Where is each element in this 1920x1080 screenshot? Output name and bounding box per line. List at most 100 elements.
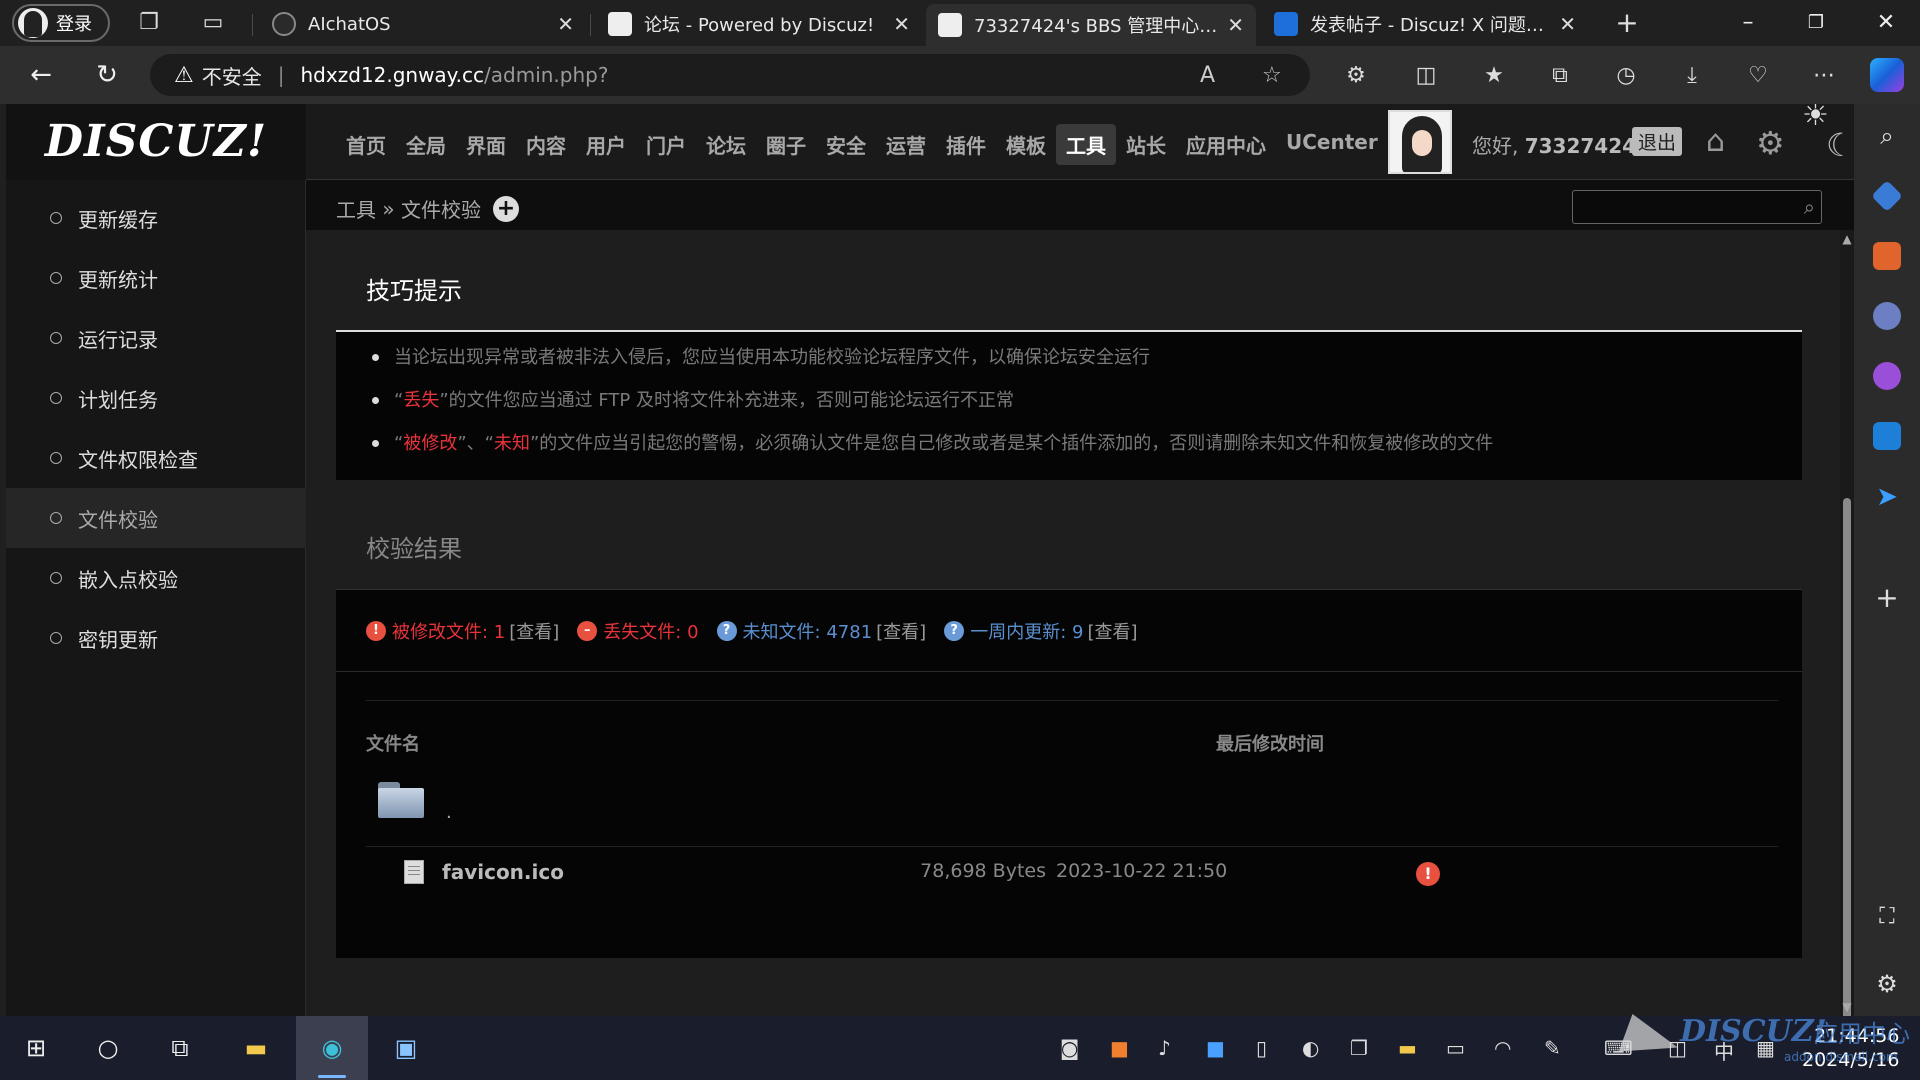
menu-item-tools-active[interactable]: 工具 <box>1056 124 1116 165</box>
sidebar-item[interactable]: 密钥更新 <box>6 608 306 668</box>
close-tab-icon[interactable]: ✕ <box>893 12 910 36</box>
tab-actions-icon[interactable]: ▭ <box>200 10 226 36</box>
light-mode-sun-icon[interactable]: ☀ <box>1802 104 1829 133</box>
admin-search-input[interactable]: ⌕ <box>1572 190 1822 224</box>
back-icon[interactable]: ← <box>26 60 56 90</box>
warning-icon[interactable]: ⚠ <box>174 63 194 88</box>
outlook-icon[interactable] <box>1873 422 1901 450</box>
games-icon[interactable] <box>1873 302 1901 330</box>
new-tab-icon[interactable]: + <box>1614 9 1640 37</box>
edge-icon[interactable]: ◉ <box>316 1032 348 1064</box>
address-bar[interactable]: ⚠ 不安全 | hdxzd12.gnway.cc/admin.php? A ☆ <box>150 54 1310 96</box>
workspaces-icon[interactable]: ❐ <box>136 10 162 36</box>
discuz-logo[interactable]: DISCUZ! <box>6 104 306 180</box>
scroll-up-icon[interactable]: ▲ <box>1840 232 1854 246</box>
tab-admin-center[interactable]: 73327424's BBS 管理中心 - 工 ✕ <box>926 4 1256 46</box>
home-icon[interactable]: ⌂ <box>1706 124 1725 159</box>
restore-icon[interactable]: ❐ <box>1796 6 1836 40</box>
task-view-icon[interactable]: ⧉ <box>164 1032 196 1064</box>
page-scrollbar[interactable]: ▲ ▼ <box>1840 230 1854 1016</box>
sidebar-item-file-verify-active[interactable]: 文件校验 <box>6 488 306 548</box>
tab-new-post[interactable]: 发表帖子 - Discuz! X 问题求助 ✕ <box>1262 5 1588 43</box>
add-sidebar-app-icon[interactable]: + <box>1873 584 1901 612</box>
view-modified-link[interactable]: [查看] <box>509 618 559 644</box>
favorite-star-icon[interactable]: ☆ <box>1262 63 1282 88</box>
windows-start-icon[interactable]: ⊞ <box>20 1032 52 1064</box>
tray-app-icon[interactable]: ■ <box>1110 1036 1129 1060</box>
copilot-icon[interactable] <box>1870 58 1904 92</box>
menu-item[interactable]: 界面 <box>456 124 516 165</box>
add-shortcut-icon[interactable]: + <box>492 195 519 222</box>
view-weekly-link[interactable]: [查看] <box>1087 618 1137 644</box>
file-explorer-icon[interactable]: ▬ <box>240 1032 272 1064</box>
sidebar-item[interactable]: 文件权限检查 <box>6 428 306 488</box>
read-aloud-icon[interactable]: A <box>1200 63 1215 88</box>
send-icon[interactable]: ➤ <box>1873 482 1901 512</box>
menu-item[interactable]: 论坛 <box>696 124 756 165</box>
usb-icon[interactable]: ▯ <box>1256 1036 1267 1060</box>
sidebar-settings-icon[interactable]: ⚙ <box>1873 970 1901 998</box>
sidebar-item[interactable]: 计划任务 <box>6 368 306 428</box>
menu-item[interactable]: UCenter <box>1276 124 1388 165</box>
window-close-icon[interactable]: ✕ <box>1866 6 1906 40</box>
menu-item[interactable]: 首页 <box>336 124 396 165</box>
close-tab-icon[interactable]: ✕ <box>1227 13 1244 37</box>
cortana-search-icon[interactable]: ○ <box>92 1032 124 1064</box>
sidebar-item[interactable]: 运行记录 <box>6 308 306 368</box>
tray-store-icon[interactable]: ■ <box>1206 1036 1225 1060</box>
dark-mode-moon-icon[interactable]: ☾ <box>1826 126 1854 164</box>
split-screen-icon[interactable]: ◫ <box>1412 62 1440 90</box>
tray-globe-icon[interactable]: ◐ <box>1302 1036 1319 1060</box>
close-tab-icon[interactable]: ✕ <box>1559 12 1576 36</box>
tab-forum[interactable]: 论坛 - Powered by Discuz! ✕ <box>596 5 922 43</box>
tray-folder-icon[interactable]: ▬ <box>1398 1036 1417 1060</box>
shopping-tag-icon[interactable] <box>1871 180 1903 212</box>
security-label[interactable]: 不安全 <box>202 61 262 90</box>
menu-item[interactable]: 安全 <box>816 124 876 165</box>
tray-camera-icon[interactable]: ◙ <box>1060 1036 1079 1060</box>
office-icon[interactable] <box>1873 362 1901 390</box>
menu-item[interactable]: 应用中心 <box>1176 124 1276 165</box>
menu-item[interactable]: 全局 <box>396 124 456 165</box>
sidebar-item[interactable]: 更新统计 <box>6 248 306 308</box>
more-menu-icon[interactable]: ⋯ <box>1810 62 1838 90</box>
menu-item[interactable]: 圈子 <box>756 124 816 165</box>
screenshot-icon[interactable]: ⛶ <box>1873 904 1901 932</box>
file-name[interactable]: favicon.ico <box>442 860 564 884</box>
settings-gear-icon[interactable]: ⚙ <box>1756 124 1785 162</box>
extensions-icon[interactable]: ⚙ <box>1342 62 1370 90</box>
pen-icon[interactable]: ✎ <box>1544 1036 1561 1060</box>
sidebar-item[interactable]: 更新缓存 <box>6 188 306 248</box>
search-icon[interactable]: ⌕ <box>1804 195 1815 219</box>
menu-item[interactable]: 用户 <box>576 124 636 165</box>
profile-button[interactable]: 登录 <box>12 4 110 42</box>
favorites-icon[interactable]: ★ <box>1480 62 1508 90</box>
search-icon[interactable]: ⌕ <box>1873 122 1901 150</box>
menu-item[interactable]: 模板 <box>996 124 1056 165</box>
wifi-icon[interactable]: ◠ <box>1494 1036 1511 1060</box>
collections-icon[interactable]: ⧉ <box>1546 62 1574 90</box>
remote-desktop-icon[interactable]: ▣ <box>390 1032 422 1064</box>
logout-button[interactable]: 退出 <box>1632 127 1683 156</box>
downloads-icon[interactable]: ⤓ <box>1678 62 1706 90</box>
scroll-thumb[interactable] <box>1843 498 1851 1016</box>
menu-item[interactable]: 插件 <box>936 124 996 165</box>
menu-item[interactable]: 运营 <box>876 124 936 165</box>
tools-briefcase-icon[interactable] <box>1873 242 1901 270</box>
close-tab-icon[interactable]: ✕ <box>557 12 574 36</box>
folder-icon[interactable] <box>378 780 424 818</box>
history-icon[interactable]: ◷ <box>1612 62 1640 90</box>
volume-icon[interactable]: ♪ <box>1158 1036 1171 1060</box>
view-unknown-link[interactable]: [查看] <box>876 618 926 644</box>
menu-item[interactable]: 内容 <box>516 124 576 165</box>
sidebar-item[interactable]: 嵌入点校验 <box>6 548 306 608</box>
browser-essentials-icon[interactable]: ♡ <box>1744 62 1772 90</box>
battery-icon[interactable]: ▭ <box>1446 1036 1465 1060</box>
breadcrumb-section[interactable]: 工具 <box>336 194 376 223</box>
folder-name[interactable]: . <box>446 802 452 823</box>
tray-windows-icon[interactable]: ❐ <box>1350 1036 1368 1060</box>
user-avatar[interactable] <box>1388 110 1452 174</box>
menu-item[interactable]: 门户 <box>636 124 696 165</box>
refresh-icon[interactable]: ↻ <box>92 60 122 90</box>
minimize-icon[interactable]: – <box>1728 6 1768 40</box>
